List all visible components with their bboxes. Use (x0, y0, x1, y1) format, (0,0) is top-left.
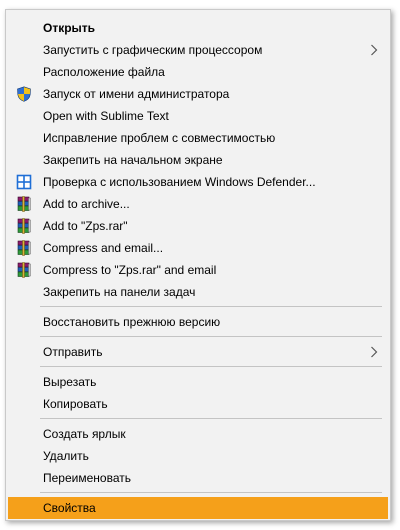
menu-item-label: Закрепить на панели задач (43, 285, 196, 299)
menu-item-label: Расположение файла (43, 65, 165, 79)
menu-item-scan-windows-defender[interactable]: Проверка с использованием Windows Defend… (6, 171, 390, 193)
winrar-icon (16, 262, 32, 278)
menu-item-label: Отправить (43, 345, 103, 359)
menu-item-run-with-gpu[interactable]: Запустить с графическим процессором (6, 39, 390, 61)
menu-item-properties[interactable]: Свойства (8, 497, 388, 519)
menu-item-label: Add to "Zps.rar" (43, 219, 128, 233)
menu-item-label: Удалить (43, 449, 89, 463)
uac-shield-icon (17, 86, 31, 102)
menu-item-label: Создать ярлык (43, 427, 126, 441)
menu-item-copy[interactable]: Копировать (6, 393, 390, 415)
menu-item-label: Проверка с использованием Windows Defend… (43, 175, 316, 189)
menu-item-label: Открыть (43, 21, 96, 35)
menu-item-label: Исправление проблем с совместимостью (43, 131, 276, 145)
menu-item-label: Переименовать (43, 471, 131, 485)
winrar-icon (16, 240, 32, 256)
menu-item-file-location[interactable]: Расположение файла (6, 61, 390, 83)
windows-defender-icon (16, 174, 32, 190)
menu-item-send-to[interactable]: Отправить (6, 341, 390, 363)
menu-item-rename[interactable]: Переименовать (6, 467, 390, 489)
winrar-icon (16, 218, 32, 234)
menu-item-cut[interactable]: Вырезать (6, 371, 390, 393)
menu-item-run-as-admin[interactable]: Запуск от имени администратора (6, 83, 390, 105)
menu-item-label: Свойства (43, 501, 96, 515)
menu-separator (40, 366, 382, 367)
menu-item-pin-to-taskbar[interactable]: Закрепить на панели задач (6, 281, 390, 303)
chevron-right-icon (370, 346, 378, 358)
menu-item-add-to-archive[interactable]: Add to archive... (6, 193, 390, 215)
menu-item-delete[interactable]: Удалить (6, 445, 390, 467)
menu-item-compress-to-zps-rar-and-email[interactable]: Compress to "Zps.rar" and email (6, 259, 390, 281)
menu-item-label: Compress to "Zps.rar" and email (43, 263, 217, 277)
menu-item-compress-and-email[interactable]: Compress and email... (6, 237, 390, 259)
menu-item-add-to-zps-rar[interactable]: Add to "Zps.rar" (6, 215, 390, 237)
menu-item-create-shortcut[interactable]: Создать ярлык (6, 423, 390, 445)
menu-item-label: Запустить с графическим процессором (43, 43, 263, 57)
winrar-icon (16, 196, 32, 212)
menu-item-pin-to-start[interactable]: Закрепить на начальном экране (6, 149, 390, 171)
context-menu: Открыть Запустить с графическим процессо… (5, 9, 391, 521)
chevron-right-icon (370, 44, 378, 56)
menu-item-label: Копировать (43, 397, 108, 411)
menu-separator (40, 418, 382, 419)
menu-item-label: Закрепить на начальном экране (43, 153, 223, 167)
menu-item-open-with-sublime[interactable]: Open with Sublime Text (6, 105, 390, 127)
menu-item-label: Восстановить прежнюю версию (43, 315, 221, 329)
menu-item-label: Open with Sublime Text (43, 109, 169, 123)
menu-item-label: Запуск от имени администратора (43, 87, 230, 101)
menu-separator (40, 306, 382, 307)
menu-item-open[interactable]: Открыть (6, 17, 390, 39)
menu-item-label: Вырезать (43, 375, 97, 389)
menu-separator (40, 336, 382, 337)
menu-item-restore-previous-version[interactable]: Восстановить прежнюю версию (6, 311, 390, 333)
menu-item-label: Add to archive... (43, 197, 130, 211)
desktop-background: Открыть Запустить с графическим процессо… (0, 0, 400, 530)
menu-separator (40, 492, 382, 493)
menu-item-label: Compress and email... (43, 241, 164, 255)
menu-item-troubleshoot-compatibility[interactable]: Исправление проблем с совместимостью (6, 127, 390, 149)
